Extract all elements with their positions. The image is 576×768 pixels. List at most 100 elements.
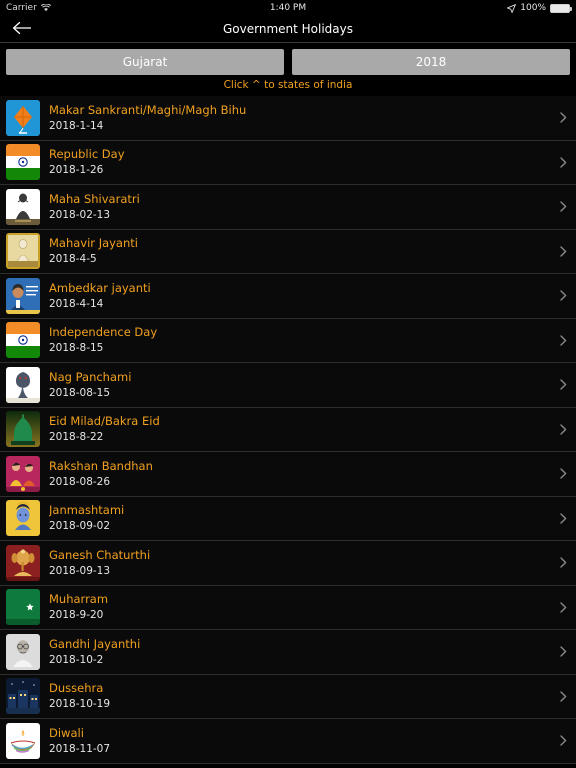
mahavir-statue-icon (6, 233, 40, 270)
status-bar-right: 100% (507, 3, 572, 13)
kite-icon (6, 99, 40, 136)
diya-lamp-icon (6, 722, 40, 759)
table-row[interactable]: Ambedkar jayanti 2018-4-14 (0, 274, 576, 319)
carrier-label: Carrier (6, 3, 37, 13)
holiday-date: 2018-09-02 (49, 520, 111, 533)
back-button[interactable] (0, 16, 44, 43)
table-row[interactable]: Dussehra 2018-10-19 (0, 674, 576, 719)
row-text-group: Mahavir Jayanti 2018-4-5 (49, 237, 556, 265)
chevron-right-icon[interactable] (556, 157, 570, 168)
holiday-date: 2018-10-2 (49, 653, 104, 666)
holiday-title: Maha Shivaratri (49, 192, 140, 206)
chevron-right-icon[interactable] (556, 112, 570, 123)
chevron-right-icon[interactable] (556, 557, 570, 568)
year-selector-button[interactable]: 2018 (292, 49, 570, 75)
row-text-group: Diwali 2018-11-07 (49, 727, 556, 755)
holiday-title: Ambedkar jayanti (49, 281, 151, 295)
shiva-icon (6, 188, 40, 225)
status-bar: Carrier 1:40 PM 100% (0, 0, 576, 16)
holiday-date: 2018-8-22 (49, 431, 104, 444)
row-text-group: Maha Shivaratri 2018-02-13 (49, 193, 556, 221)
holiday-date: 2018-08-26 (49, 475, 111, 488)
holiday-date: 2018-9-20 (49, 609, 104, 622)
holiday-title: Muharram (49, 593, 109, 607)
chevron-right-icon[interactable] (556, 424, 570, 435)
holiday-date: 2018-8-15 (49, 342, 104, 355)
holiday-title: Rakshan Bandhan (49, 459, 153, 473)
chevron-right-icon[interactable] (556, 646, 570, 657)
krishna-icon (6, 500, 40, 537)
ambedkar-portrait-icon (6, 277, 40, 314)
row-text-group: Ambedkar jayanti 2018-4-14 (49, 282, 556, 310)
table-row[interactable]: Janmashtami 2018-09-02 (0, 496, 576, 541)
wifi-icon (40, 4, 51, 12)
holiday-title: Ganesh Chaturthi (49, 548, 151, 562)
chevron-right-icon[interactable] (556, 246, 570, 257)
india-flag-icon (6, 322, 40, 359)
chevron-right-icon[interactable] (556, 379, 570, 390)
holiday-title: Independence Day (49, 326, 158, 340)
table-row[interactable]: Rakshan Bandhan 2018-08-26 (0, 452, 576, 497)
row-text-group: Janmashtami 2018-09-02 (49, 504, 556, 532)
holiday-date: 2018-11-07 (49, 742, 111, 755)
table-row[interactable]: Independence Day 2018-8-15 (0, 318, 576, 363)
battery-percent-label: 100% (520, 3, 546, 13)
row-text-group: Nag Panchami 2018-08-15 (49, 371, 556, 399)
chevron-right-icon[interactable] (556, 691, 570, 702)
holiday-title: Gandhi Jayanthi (49, 637, 141, 651)
india-flag-icon (6, 144, 40, 181)
battery-full-icon (550, 3, 572, 13)
chevron-right-icon[interactable] (556, 468, 570, 479)
holiday-date: 2018-4-5 (49, 253, 97, 266)
holiday-title: Diwali (49, 726, 84, 740)
holiday-date: 2018-02-13 (49, 208, 111, 221)
holiday-title: Nag Panchami (49, 370, 132, 384)
table-row[interactable]: Makar Sankranti/Maghi/Magh Bihu 2018-1-1… (0, 96, 576, 141)
row-text-group: Muharram 2018-9-20 (49, 593, 556, 621)
hint-text: Click ^ to states of india (223, 79, 353, 91)
selector-bar: Gujarat 2018 (0, 43, 576, 75)
gandhi-portrait-icon (6, 633, 40, 670)
table-row[interactable]: Eid Milad/Bakra Eid 2018-8-22 (0, 407, 576, 452)
holiday-title: Makar Sankranti/Maghi/Magh Bihu (49, 103, 247, 117)
holiday-date: 2018-10-19 (49, 698, 111, 711)
holiday-title: Mahavir Jayanti (49, 237, 138, 251)
table-row[interactable]: Republic Day 2018-1-26 (0, 140, 576, 185)
status-bar-time: 1:40 PM (269, 3, 307, 13)
table-row[interactable]: Diwali 2018-11-07 (0, 719, 576, 764)
navigation-bar: Government Holidays (0, 16, 576, 43)
holiday-date: 2018-4-14 (49, 297, 104, 310)
chevron-right-icon[interactable] (556, 735, 570, 746)
row-text-group: Rakshan Bandhan 2018-08-26 (49, 460, 556, 488)
table-row[interactable]: Mahavir Jayanti 2018-4-5 (0, 229, 576, 274)
chevron-right-icon[interactable] (556, 513, 570, 524)
holiday-list: Makar Sankranti/Maghi/Magh Bihu 2018-1-1… (0, 96, 576, 764)
table-row[interactable]: Muharram 2018-9-20 (0, 585, 576, 630)
cobra-icon (6, 366, 40, 403)
chevron-right-icon[interactable] (556, 201, 570, 212)
chevron-right-icon[interactable] (556, 335, 570, 346)
row-text-group: Gandhi Jayanthi 2018-10-2 (49, 638, 556, 666)
holiday-title: Republic Day (49, 148, 125, 162)
table-row[interactable]: Nag Panchami 2018-08-15 (0, 363, 576, 408)
ramlila-grounds-icon (6, 678, 40, 715)
chevron-right-icon[interactable] (556, 602, 570, 613)
holiday-title: Janmashtami (49, 504, 125, 518)
row-text-group: Republic Day 2018-1-26 (49, 148, 556, 176)
rakhi-siblings-icon (6, 455, 40, 492)
row-text-group: Independence Day 2018-8-15 (49, 326, 556, 354)
table-row[interactable]: Ganesh Chaturthi 2018-09-13 (0, 541, 576, 586)
table-row[interactable]: Gandhi Jayanthi 2018-10-2 (0, 630, 576, 675)
holiday-date: 2018-1-14 (49, 119, 104, 132)
ganesh-icon (6, 544, 40, 581)
page-title: Government Holidays (222, 22, 353, 36)
holiday-date: 2018-09-13 (49, 564, 111, 577)
chevron-right-icon[interactable] (556, 290, 570, 301)
row-text-group: Ganesh Chaturthi 2018-09-13 (49, 549, 556, 577)
status-bar-left: Carrier (6, 3, 51, 13)
holiday-date: 2018-08-15 (49, 386, 111, 399)
table-row[interactable]: Maha Shivaratri 2018-02-13 (0, 185, 576, 230)
state-selector-button[interactable]: Gujarat (6, 49, 284, 75)
location-arrow-icon (507, 3, 517, 13)
mosque-icon (6, 411, 40, 448)
